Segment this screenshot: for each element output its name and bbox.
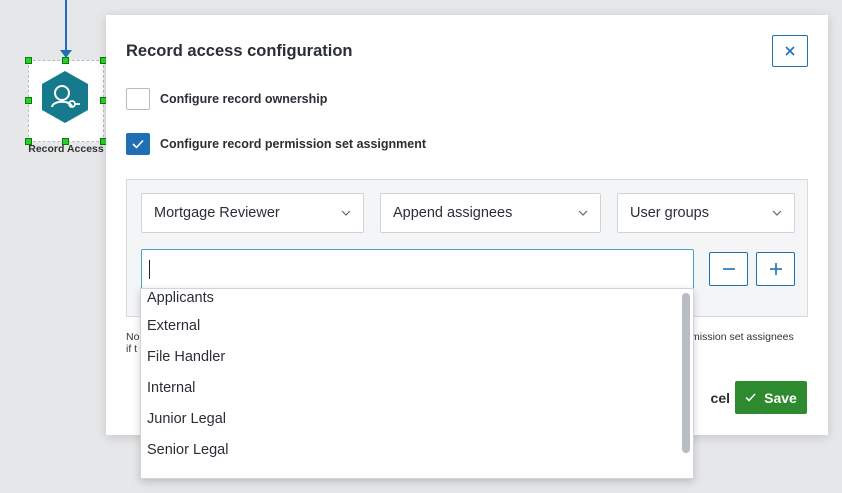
resize-handle[interactable] <box>25 97 32 104</box>
remove-row-button[interactable] <box>709 252 748 286</box>
dropdown-option[interactable]: Junior Legal <box>141 404 693 435</box>
note-text: No if t <box>126 331 139 355</box>
save-button[interactable]: Save <box>735 381 807 414</box>
note-line-1: No <box>126 331 140 343</box>
dropdown-option[interactable]: File Handler <box>141 342 693 373</box>
assignment-mode-select[interactable]: Append assignees <box>380 193 601 233</box>
record-access-icon <box>42 71 88 123</box>
permission-set-checkbox[interactable] <box>126 133 150 155</box>
add-row-button[interactable] <box>756 252 795 286</box>
resize-handle[interactable] <box>25 57 32 64</box>
ownership-checkbox[interactable] <box>126 88 150 110</box>
record-access-node[interactable]: Record Access <box>25 0 107 160</box>
permission-set-label: Configure record permission set assignme… <box>160 137 427 151</box>
note-line-2: if t <box>126 343 138 355</box>
note-text-right: mission set assignees <box>691 331 794 343</box>
minus-icon <box>722 268 735 270</box>
dropdown-scrollbar[interactable] <box>682 293 690 453</box>
permission-set-value: Mortgage Reviewer <box>154 205 280 221</box>
ownership-option[interactable]: Configure record ownership <box>126 88 327 110</box>
checkmark-icon <box>132 139 144 149</box>
assignment-mode-value: Append assignees <box>393 205 513 221</box>
connector-line <box>65 0 67 54</box>
save-label: Save <box>764 389 797 406</box>
resize-handle[interactable] <box>62 57 69 64</box>
close-button[interactable] <box>772 35 808 67</box>
node-label: Record Access <box>28 143 104 155</box>
dropdown-option[interactable]: Internal <box>141 373 693 404</box>
modal-title: Record access configuration <box>126 42 353 60</box>
text-caret <box>149 260 150 279</box>
dropdown-option[interactable]: External <box>141 311 693 342</box>
close-icon <box>785 46 795 56</box>
assignee-type-select[interactable]: User groups <box>617 193 795 233</box>
assignee-dropdown[interactable]: Applicants External File Handler Interna… <box>140 288 694 479</box>
assignee-search-input[interactable] <box>141 249 694 289</box>
dropdown-option[interactable]: Applicants <box>141 289 693 311</box>
assignee-type-value: User groups <box>630 205 709 221</box>
checkmark-icon <box>745 393 756 402</box>
chevron-down-icon <box>341 210 351 216</box>
plus-icon <box>769 263 782 275</box>
permission-set-select[interactable]: Mortgage Reviewer <box>141 193 364 233</box>
dropdown-option[interactable]: Senior Legal <box>141 435 693 466</box>
ownership-label: Configure record ownership <box>160 92 328 106</box>
chevron-down-icon <box>772 210 782 216</box>
permission-set-option[interactable]: Configure record permission set assignme… <box>126 133 426 155</box>
chevron-down-icon <box>578 210 588 216</box>
